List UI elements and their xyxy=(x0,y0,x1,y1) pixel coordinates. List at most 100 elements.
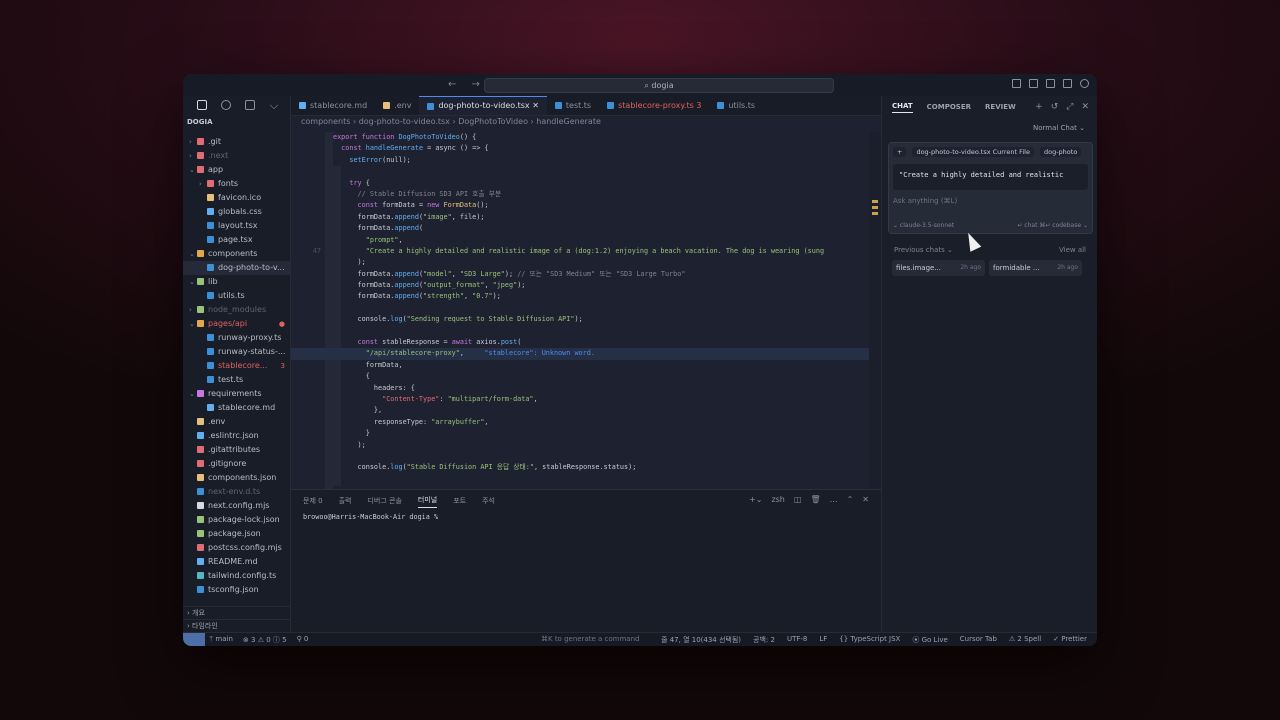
tree-item[interactable]: tsconfig.json xyxy=(183,583,291,597)
terminal[interactable]: browoo@Harris-MacBook-Air dogia % xyxy=(291,512,881,523)
tree-item[interactable]: stablecore.md xyxy=(183,401,291,415)
history-icon[interactable]: ↺ xyxy=(1051,102,1059,112)
breadcrumb[interactable]: components › dog-photo-to-video.tsx › Do… xyxy=(291,116,881,128)
chat-mode-select[interactable]: Normal Chat ⌄ xyxy=(1033,124,1085,132)
tree-item[interactable]: components.json xyxy=(183,471,291,485)
panel-tab[interactable]: 주석 xyxy=(482,496,495,506)
status-item[interactable]: 공백: 2 xyxy=(753,635,775,645)
tree-item[interactable]: test.ts xyxy=(183,373,291,387)
panel-tab[interactable]: 문제 0 xyxy=(303,496,323,506)
tree-item[interactable]: ⌄ components xyxy=(183,247,291,261)
tree-item[interactable]: ⌄ app xyxy=(183,163,291,177)
nav-arrows[interactable]: ← → xyxy=(448,79,486,90)
more-icon[interactable]: … xyxy=(830,495,838,504)
customize-layout-icon[interactable] xyxy=(1063,79,1072,88)
editor-tab[interactable]: utils.ts xyxy=(709,96,763,115)
code-area[interactable]: export function DogPhotoToVideo() { cons… xyxy=(291,132,881,489)
tree-item[interactable]: package.json xyxy=(183,527,291,541)
editor-tab[interactable]: test.ts xyxy=(547,96,599,115)
tree-item[interactable]: runway-proxy.ts xyxy=(183,331,291,345)
settings-gear-icon[interactable] xyxy=(1080,79,1089,88)
tree-item[interactable]: package-lock.json xyxy=(183,513,291,527)
model-select[interactable]: ⌄ claude-3.5-sonnet xyxy=(893,222,954,229)
outline-section[interactable]: › 개요 xyxy=(183,606,291,619)
editor-tab[interactable]: .env xyxy=(375,96,419,115)
minimap[interactable] xyxy=(869,132,881,489)
tree-item[interactable]: ⌄ lib xyxy=(183,275,291,289)
files-icon[interactable] xyxy=(197,100,207,110)
split-terminal-icon[interactable]: ◫ xyxy=(794,495,802,504)
editor-tab[interactable]: stablecore-proxy.ts 3 xyxy=(599,96,709,115)
chat-tab[interactable]: REVIEW xyxy=(985,103,1016,111)
chevron-down-icon[interactable] xyxy=(269,100,279,110)
previous-chats-label[interactable]: Previous chats ⌄ xyxy=(894,246,953,254)
tree-item[interactable]: › .git xyxy=(183,135,291,149)
chat-actions[interactable]: ↵ chat ⌘↵ codebase ⌄ xyxy=(1017,222,1088,229)
panel-tab[interactable]: 출력 xyxy=(339,496,352,506)
close-panel-icon[interactable]: ✕ xyxy=(862,495,869,504)
previous-chat-item[interactable]: files.image... 2h ago xyxy=(892,260,985,276)
expand-icon[interactable]: ⤢ xyxy=(1066,102,1073,112)
tree-item[interactable]: › node_modules xyxy=(183,303,291,317)
status-item[interactable]: ⚲ 0 xyxy=(297,635,309,645)
status-item[interactable]: LF xyxy=(819,635,827,645)
panel-tab[interactable]: 포트 xyxy=(453,496,466,506)
status-item[interactable]: ⊗ 3 ⚠ 0 ⓘ 5 xyxy=(243,635,287,645)
tree-item[interactable]: .env xyxy=(183,415,291,429)
chat-prompt-preview[interactable]: "Create a highly detailed and realistic xyxy=(893,164,1088,190)
maximize-panel-icon[interactable]: ⌃ xyxy=(847,495,854,504)
editor-tab[interactable]: dog-photo-to-video.tsx ✕ xyxy=(419,96,547,115)
tree-item[interactable]: next-env.d.ts xyxy=(183,485,291,499)
status-item[interactable]: UTF-8 xyxy=(787,635,807,645)
terminal-shell-label[interactable]: zsh xyxy=(771,495,784,504)
status-item[interactable]: ⦿ Go Live xyxy=(912,635,947,645)
toggle-panel-icon[interactable] xyxy=(1029,79,1038,88)
panel-tab[interactable]: 디버그 콘솔 xyxy=(367,496,401,506)
new-chat-icon[interactable]: + xyxy=(1035,102,1043,112)
previous-chat-item[interactable]: formidable ... 2h ago xyxy=(989,260,1082,276)
status-item[interactable]: Cursor Tab xyxy=(960,635,997,645)
toggle-sidebar-icon[interactable] xyxy=(1012,79,1021,88)
tree-item[interactable]: runway-status-... xyxy=(183,345,291,359)
status-item[interactable]: ᛘ main xyxy=(209,635,233,645)
chat-input[interactable]: Ask anything (⌘L) xyxy=(889,193,1092,209)
tree-item[interactable]: page.tsx xyxy=(183,233,291,247)
new-terminal-icon[interactable]: +⌄ xyxy=(749,495,762,504)
command-search[interactable]: ⌕ dogia xyxy=(484,78,834,93)
tree-item[interactable]: next.config.mjs xyxy=(183,499,291,513)
tree-item[interactable]: tailwind.config.ts xyxy=(183,569,291,583)
toggle-secondary-sidebar-icon[interactable] xyxy=(1046,79,1055,88)
status-item[interactable]: 줄 47, 열 10(434 선택됨) xyxy=(661,635,741,645)
tree-item[interactable]: ⌄ requirements xyxy=(183,387,291,401)
view-all-link[interactable]: View all xyxy=(1059,246,1086,254)
tree-item[interactable]: ⌄ pages/api ● xyxy=(183,317,291,331)
tree-item[interactable]: layout.tsx xyxy=(183,219,291,233)
source-control-icon[interactable] xyxy=(245,100,255,110)
tree-item[interactable]: favicon.ico xyxy=(183,191,291,205)
timeline-section[interactable]: › 타임라인 xyxy=(183,619,291,632)
status-item[interactable]: {} TypeScript JSX xyxy=(839,635,900,645)
remote-indicator[interactable] xyxy=(183,633,205,646)
tree-item[interactable]: .gitignore xyxy=(183,457,291,471)
tree-item[interactable]: dog-photo-to-v... xyxy=(183,261,291,275)
context-chip-current-file[interactable]: dog-photo-to-video.tsx Current File xyxy=(912,147,1034,157)
status-item[interactable]: ✓ Prettier xyxy=(1053,635,1087,645)
close-icon[interactable]: ✕ xyxy=(1081,102,1089,112)
tree-item[interactable]: › fonts xyxy=(183,177,291,191)
tree-item[interactable]: stablecore... 3 xyxy=(183,359,291,373)
tree-item[interactable]: README.md xyxy=(183,555,291,569)
tree-item[interactable]: .gitattributes xyxy=(183,443,291,457)
search-icon[interactable] xyxy=(221,100,231,110)
panel-tab[interactable]: 터미널 xyxy=(417,495,438,508)
status-item[interactable]: ⚠ 2 Spell xyxy=(1009,635,1041,645)
tree-item[interactable]: postcss.config.mjs xyxy=(183,541,291,555)
tree-item[interactable]: globals.css xyxy=(183,205,291,219)
editor-tab[interactable]: stablecore.md xyxy=(291,96,375,115)
chat-tab[interactable]: CHAT xyxy=(892,102,913,113)
add-context-button[interactable]: + xyxy=(893,147,907,157)
tree-item[interactable]: .eslintrc.json xyxy=(183,429,291,443)
tree-item[interactable]: utils.ts xyxy=(183,289,291,303)
trash-icon[interactable]: 🗑 xyxy=(810,495,820,504)
context-chip[interactable]: dog-photo xyxy=(1039,147,1082,157)
chat-tab[interactable]: COMPOSER xyxy=(927,103,971,111)
